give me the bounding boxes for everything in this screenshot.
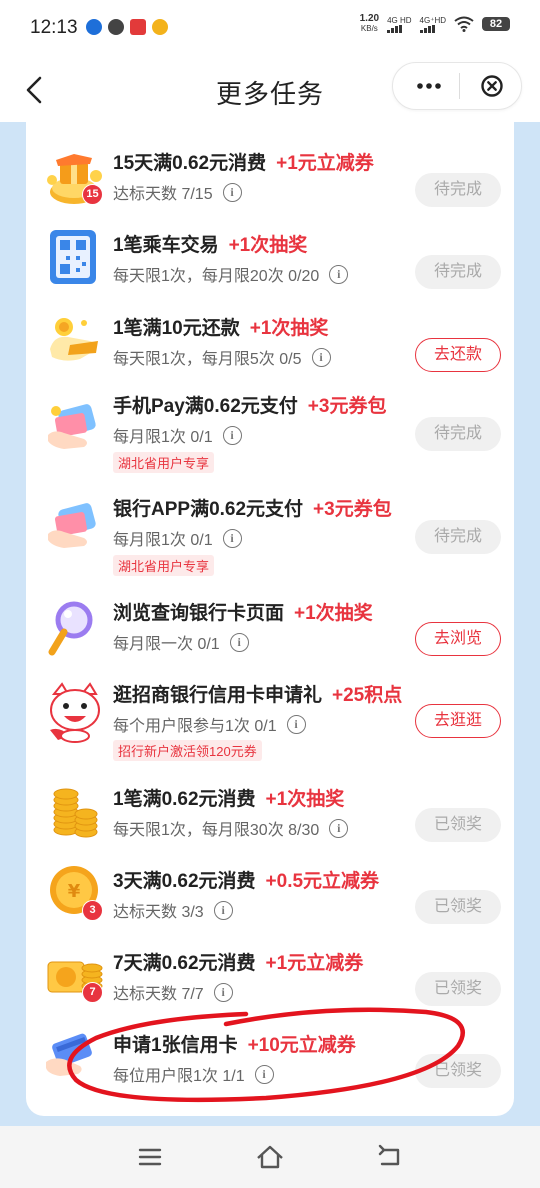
- info-icon[interactable]: i: [222, 425, 242, 445]
- task-tag: 招行新户激活领120元券: [113, 740, 262, 761]
- info-icon[interactable]: i: [311, 347, 331, 367]
- task-progress: 每月限1次 0/1: [113, 429, 213, 446]
- page-header: 更多任务: [0, 58, 540, 122]
- battery-indicator: 82: [482, 17, 510, 31]
- task-action-button[interactable]: 待完成: [415, 173, 501, 207]
- info-icon[interactable]: i: [213, 900, 233, 920]
- coin-stack-icon: [53, 788, 98, 838]
- credit-card-hand-icon: [46, 1033, 92, 1076]
- task-progress: 达标天数 3/3: [113, 904, 204, 921]
- visit-button[interactable]: 去逛逛: [415, 704, 501, 738]
- task-progress: 每天限1次，每月限30次 8/30: [113, 822, 320, 839]
- task-title: 1笔满0.62元消费: [113, 789, 256, 810]
- info-icon[interactable]: i: [229, 632, 249, 652]
- task-reward: +1次抽奖: [265, 789, 345, 810]
- task-action-button[interactable]: 待完成: [415, 520, 501, 554]
- signal-1: 4G HD: [387, 16, 412, 33]
- cat-mascot-icon: [50, 682, 100, 743]
- wifi-icon: [454, 16, 474, 32]
- notification-icons: [86, 19, 168, 35]
- info-icon[interactable]: i: [222, 182, 242, 202]
- system-nav-bar: [0, 1126, 540, 1188]
- task-progress: 每月限1次 0/1: [113, 532, 213, 549]
- task-progress: 每位用户限1次 1/1: [113, 1068, 245, 1085]
- task-title: 银行APP满0.62元支付: [113, 499, 304, 520]
- status-indicators: 1.20 KB/s 4G HD 4G⁺HD 82: [360, 14, 510, 34]
- task-action-button[interactable]: 待完成: [415, 417, 501, 451]
- task-action-button[interactable]: 已领奖: [415, 808, 501, 842]
- shop-notification-icon: [130, 19, 146, 35]
- task-action-button[interactable]: 待完成: [415, 255, 501, 289]
- task-reward: +1次抽奖: [249, 318, 329, 339]
- task-title: 7天满0.62元消费: [113, 953, 256, 974]
- info-icon[interactable]: i: [329, 818, 349, 838]
- task-tag: 湖北省用户专享: [113, 452, 215, 473]
- task-title: 1笔乘车交易: [113, 235, 219, 256]
- signal-bars-icon: [419, 24, 435, 33]
- mini-program-capsule: [392, 62, 522, 110]
- task-reward: +0.5元立减券: [265, 871, 380, 892]
- task-reward: +1次抽奖: [228, 235, 308, 256]
- signal-2: 4G⁺HD: [419, 16, 446, 33]
- task-reward: +1次抽奖: [294, 603, 373, 624]
- capsule-divider: [459, 73, 460, 99]
- repay-button[interactable]: 去还款: [415, 338, 501, 372]
- task-progress: 达标天数 7/15: [113, 186, 213, 203]
- more-options-button[interactable]: [409, 73, 449, 99]
- task-progress: 达标天数 7/7: [113, 986, 204, 1003]
- status-bar: 12:13 1.20 KB/s 4G HD 4G⁺HD 82: [0, 0, 540, 58]
- task-reward: +3元券包: [307, 396, 387, 417]
- task-tag: 湖北省用户专享: [113, 555, 215, 576]
- bank-app-pay-icon: [48, 503, 96, 548]
- task-badge: 15: [82, 184, 103, 205]
- task-progress: 每天限1次，每月限20次 0/20: [113, 268, 320, 285]
- network-speed: 1.20 KB/s: [359, 13, 380, 34]
- task-title: 手机Pay满0.62元支付: [113, 396, 298, 417]
- weibo-notification-icon: [152, 19, 168, 35]
- task-reward: +3元券包: [313, 499, 392, 520]
- task-progress: 每月限一次 0/1: [113, 636, 220, 653]
- qr-code-icon: [50, 230, 96, 284]
- task-reward: +10元立减券: [247, 1035, 356, 1056]
- hand-coin-icon: [50, 318, 98, 361]
- task-action-button[interactable]: 已领奖: [415, 1054, 501, 1088]
- task-title: 3天满0.62元消费: [113, 871, 256, 892]
- app-notification-icon: [86, 19, 102, 35]
- info-icon[interactable]: i: [329, 264, 349, 284]
- browse-button[interactable]: 去浏览: [415, 622, 501, 656]
- task-action-button[interactable]: 已领奖: [415, 890, 501, 924]
- task-title: 1笔满10元还款: [113, 318, 240, 339]
- task-action-button[interactable]: 已领奖: [415, 972, 501, 1006]
- signal-bars-icon: [387, 24, 403, 33]
- task-title: 逛招商银行信用卡申请礼: [113, 685, 323, 706]
- phone-pay-icon: [48, 404, 96, 449]
- menu-icon[interactable]: [134, 1142, 166, 1172]
- task-reward: +1元立减券: [276, 153, 374, 174]
- task-reward: +25积点: [332, 685, 403, 706]
- task-reward: +1元立减券: [265, 953, 364, 974]
- task-progress: 每天限1次，每月限5次 0/5: [113, 351, 302, 368]
- home-icon[interactable]: [254, 1142, 286, 1172]
- task-progress: 每个用户限参与1次 0/1: [113, 718, 277, 735]
- task-title: 申请1张信用卡: [113, 1035, 238, 1056]
- info-icon[interactable]: i: [254, 1064, 274, 1084]
- close-button[interactable]: [479, 73, 505, 99]
- task-title: 15天满0.62元消费: [113, 153, 267, 174]
- info-icon[interactable]: i: [213, 982, 233, 1002]
- status-time: 12:13: [30, 17, 78, 38]
- task-title: 浏览查询银行卡页面: [113, 603, 285, 624]
- task-badge: 3: [82, 900, 103, 921]
- magnifier-icon: [48, 601, 93, 656]
- info-icon[interactable]: i: [222, 528, 242, 548]
- back-nav-icon[interactable]: [374, 1142, 406, 1172]
- svg-text:¥: ¥: [68, 881, 81, 902]
- chat-notification-icon: [108, 19, 124, 35]
- info-icon[interactable]: i: [286, 714, 306, 734]
- task-badge: 7: [82, 982, 103, 1003]
- task-list-card: 15 15天满0.62元消费 +1元立减券 达标天数 7/15 i 待完成 1笔乘车…: [26, 122, 514, 1116]
